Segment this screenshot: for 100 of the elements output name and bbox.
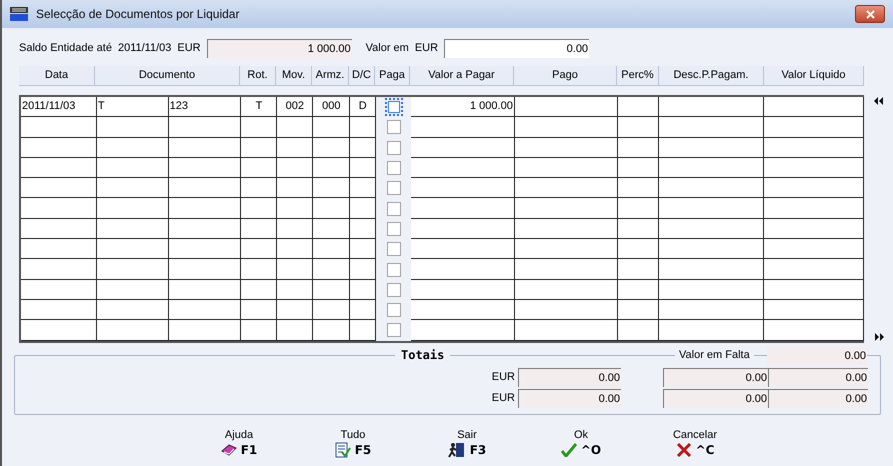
column-header[interactable]: Data bbox=[19, 66, 95, 86]
table-cell bbox=[241, 178, 278, 198]
table-cell bbox=[241, 320, 278, 341]
double-left-arrow-icon[interactable] bbox=[874, 97, 884, 105]
table-cell bbox=[618, 198, 660, 219]
paid-checkbox[interactable] bbox=[386, 282, 401, 297]
table-cell: 002 bbox=[277, 97, 314, 118]
column-header[interactable]: Mov. bbox=[276, 66, 312, 86]
paid-checkbox[interactable] bbox=[386, 242, 401, 256]
paid-checkbox[interactable] bbox=[386, 202, 401, 216]
toolbar-button[interactable]: Tudo F5 bbox=[326, 428, 380, 459]
table-cell bbox=[277, 239, 314, 260]
column-header[interactable]: Valor a Pagar bbox=[410, 66, 514, 86]
table-cell bbox=[277, 178, 314, 198]
currency-label: EUR bbox=[490, 390, 515, 406]
totals-title: Totais bbox=[395, 348, 450, 362]
table-cell bbox=[241, 117, 278, 138]
paid-checkbox[interactable] bbox=[386, 161, 401, 176]
paid-checkbox[interactable] bbox=[386, 262, 401, 277]
table-cell: 123 bbox=[168, 97, 242, 118]
table-cell bbox=[277, 280, 314, 300]
table-cell bbox=[618, 97, 660, 118]
amount-field[interactable]: 0.00 bbox=[444, 38, 590, 58]
currency-label: EUR bbox=[414, 40, 438, 56]
table-cell bbox=[241, 198, 278, 219]
double-right-arrow-icon[interactable] bbox=[874, 332, 884, 341]
date-text: 2011/11/03 bbox=[118, 40, 172, 56]
table-cell bbox=[618, 178, 660, 198]
column-header[interactable]: Documento bbox=[95, 66, 240, 86]
paid-checkbox[interactable] bbox=[386, 181, 401, 196]
table-cell bbox=[277, 138, 314, 158]
column-header[interactable]: Rot. bbox=[240, 66, 276, 86]
paid-checkbox[interactable] bbox=[386, 222, 401, 236]
checkmark-icon bbox=[560, 442, 577, 457]
missing-value-field: 0.00 bbox=[767, 346, 867, 365]
table-cell bbox=[277, 218, 314, 240]
table-cell bbox=[277, 320, 314, 341]
table-cell bbox=[313, 117, 350, 138]
column-header[interactable]: Pago bbox=[514, 66, 617, 86]
paid-checkbox[interactable] bbox=[386, 140, 401, 155]
table-cell bbox=[618, 239, 660, 260]
table-cell bbox=[277, 259, 314, 280]
total-field: 0.00 bbox=[663, 388, 768, 408]
column-header[interactable]: Valor Líquido bbox=[764, 66, 864, 86]
column-header[interactable]: Armz. bbox=[312, 66, 349, 86]
paid-checkbox[interactable] bbox=[386, 120, 401, 134]
table-cell: 1 000.00 bbox=[411, 97, 515, 118]
table-cell bbox=[277, 198, 314, 219]
table-cell bbox=[241, 138, 278, 158]
field-label: Valor em bbox=[366, 40, 409, 56]
table-cell bbox=[277, 117, 314, 138]
table-cell bbox=[313, 259, 350, 280]
table-cell bbox=[313, 218, 350, 240]
table-cell bbox=[618, 158, 660, 178]
paid-checkbox[interactable] bbox=[388, 101, 400, 114]
toolbar-button[interactable]: Ajuda F1 bbox=[212, 428, 266, 459]
table-cell bbox=[313, 280, 350, 300]
column-header[interactable]: D/C bbox=[349, 66, 375, 86]
book-icon bbox=[220, 442, 237, 457]
total-field: 0.00 bbox=[768, 368, 868, 387]
table-cell bbox=[277, 158, 314, 178]
table-cell bbox=[313, 178, 350, 198]
checklist-icon bbox=[334, 442, 351, 458]
table-cell bbox=[313, 138, 350, 158]
toolbar-button[interactable]: Ok ^O bbox=[554, 428, 608, 459]
table-cell bbox=[618, 138, 660, 158]
paid-checkbox[interactable] bbox=[386, 323, 401, 338]
table-cell bbox=[313, 158, 350, 178]
table-cell: T bbox=[241, 97, 278, 118]
paid-checkbox[interactable] bbox=[386, 303, 401, 318]
table-cell: T bbox=[96, 97, 169, 118]
cross-icon bbox=[676, 442, 692, 457]
column-header[interactable]: Desc.P.Pagam. bbox=[659, 66, 764, 86]
table-cell bbox=[241, 280, 278, 300]
table-cell bbox=[618, 259, 660, 280]
field-label: Saldo Entidade até bbox=[19, 40, 112, 56]
column-header[interactable]: Perc% bbox=[617, 66, 659, 86]
table-cell bbox=[241, 300, 278, 320]
table-cell bbox=[241, 158, 278, 178]
table-cell bbox=[313, 320, 350, 341]
balance-field: 1 000.00 bbox=[206, 38, 352, 58]
currency-label: EUR bbox=[490, 370, 515, 385]
table-cell bbox=[618, 280, 660, 300]
toolbar-button[interactable]: Cancelar ^C bbox=[668, 428, 722, 459]
column-header[interactable]: Paga bbox=[375, 66, 410, 86]
table-cell bbox=[241, 218, 278, 240]
table-cell bbox=[313, 239, 350, 260]
total-field: 0.00 bbox=[518, 388, 621, 408]
app-icon bbox=[10, 7, 28, 21]
toolbar-button[interactable]: Sair F3 bbox=[440, 428, 494, 459]
table-cell bbox=[241, 239, 278, 260]
table-cell: 2011/11/03 bbox=[21, 97, 97, 118]
table-cell bbox=[618, 300, 660, 320]
close-button[interactable] bbox=[855, 5, 885, 23]
total-field: 0.00 bbox=[518, 368, 621, 387]
table-cell bbox=[241, 259, 278, 280]
table-cell: 000 bbox=[313, 97, 350, 118]
table-cell bbox=[277, 300, 314, 320]
door-exit-icon bbox=[448, 442, 466, 458]
table-cell bbox=[313, 198, 350, 219]
